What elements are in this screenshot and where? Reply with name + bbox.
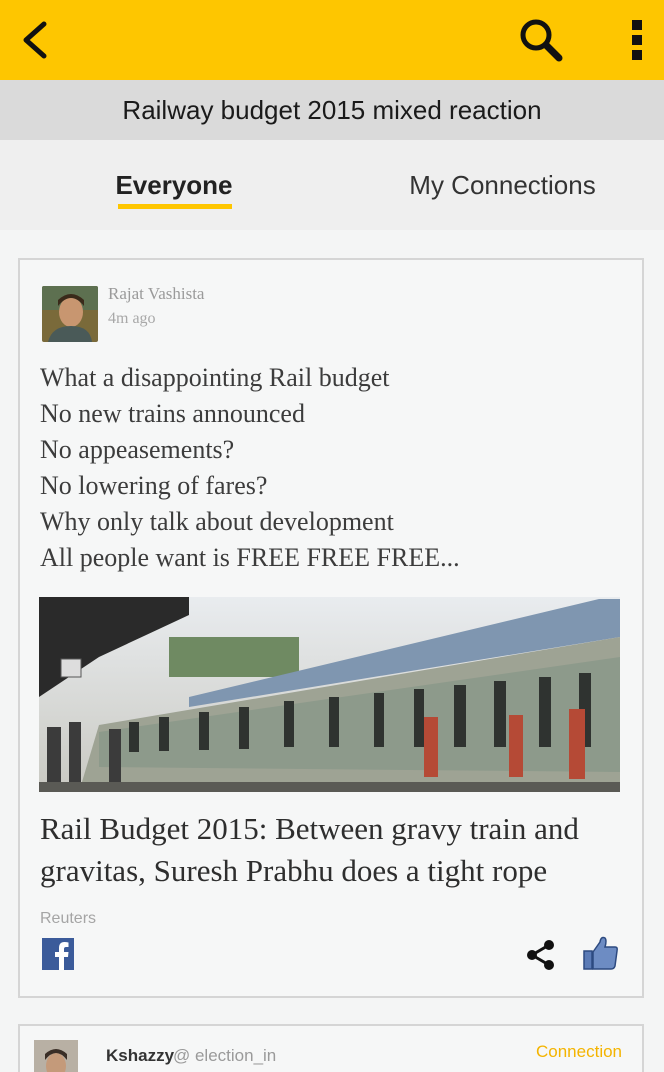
post-text-line: No lowering of fares? <box>40 471 268 500</box>
connection-badge: Connection <box>536 1042 623 1061</box>
post-author[interactable]: Kshazzy <box>106 1046 174 1066</box>
article-image[interactable] <box>39 597 620 792</box>
topic-title: Railway budget 2015 mixed reaction <box>0 80 664 140</box>
active-tab-indicator <box>118 204 232 209</box>
article-source: Reuters <box>40 910 97 927</box>
article-title[interactable]: Rail Budget 2015: Between gravy train an… <box>40 808 630 892</box>
post-text-line: No appeasements? <box>40 435 235 464</box>
post-text-line: No new trains announced <box>40 399 305 428</box>
overflow-menu-icon <box>632 20 642 60</box>
overflow-menu-button[interactable] <box>610 0 664 80</box>
share-icon[interactable] <box>523 938 557 972</box>
post-text: What a disappointing Rail budget No new … <box>40 360 620 576</box>
post-text-line: What a disappointing Rail budget <box>40 363 390 392</box>
app-bar <box>0 0 664 80</box>
facebook-icon[interactable] <box>42 938 74 970</box>
post-text-line: Why only talk about development <box>40 507 394 536</box>
post-author[interactable]: Rajat Vashista <box>108 284 204 304</box>
tab-everyone[interactable]: Everyone <box>100 140 248 230</box>
post-handle[interactable]: @ election_in <box>173 1046 276 1066</box>
tab-bar: Everyone My Connections <box>0 140 664 230</box>
avatar[interactable] <box>42 286 98 342</box>
avatar[interactable] <box>34 1040 78 1072</box>
like-icon[interactable] <box>582 934 620 972</box>
back-button[interactable] <box>0 0 70 80</box>
post-timestamp: 4m ago <box>108 310 156 327</box>
post-card[interactable]: Rajat Vashista 4m ago What a disappointi… <box>18 258 644 998</box>
post-text-line: All people want is FREE FREE FREE... <box>40 543 460 572</box>
tab-my-connections-label: My Connections <box>409 169 596 200</box>
post-card[interactable]: Kshazzy @ election_in Connection <box>18 1024 644 1072</box>
search-button[interactable] <box>506 0 576 80</box>
search-icon <box>520 19 563 62</box>
back-arrow-icon <box>23 21 47 59</box>
tab-my-connections[interactable]: My Connections <box>380 140 625 230</box>
tab-everyone-label: Everyone <box>115 169 233 200</box>
